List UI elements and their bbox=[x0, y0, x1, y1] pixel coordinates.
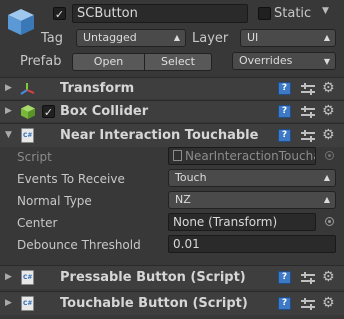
chevron-updown-icon: ▲ bbox=[173, 33, 180, 42]
static-label: Static bbox=[274, 6, 312, 21]
help-book-icon[interactable]: ? bbox=[278, 82, 291, 95]
transform-component-header[interactable]: ▶ Transform ? ⚙ bbox=[0, 77, 344, 99]
csharp-script-icon bbox=[21, 128, 34, 143]
gear-icon[interactable]: ⚙ bbox=[322, 270, 338, 284]
static-dropdown-arrow-icon[interactable]: ▼ bbox=[322, 6, 329, 16]
presets-icon[interactable] bbox=[301, 129, 315, 143]
presets-icon[interactable] bbox=[301, 271, 315, 285]
prefab-label: Prefab bbox=[20, 54, 62, 69]
overrides-value: Overrides bbox=[239, 54, 293, 67]
object-name-input[interactable]: SCButton bbox=[72, 4, 248, 23]
box-collider-icon bbox=[20, 104, 36, 123]
csharp-script-icon bbox=[21, 270, 34, 285]
tag-value: Untagged bbox=[83, 31, 137, 44]
layer-dropdown[interactable]: UI ▲ bbox=[240, 29, 336, 47]
events-value: Touch bbox=[175, 171, 207, 184]
events-to-receive-dropdown[interactable]: Touch ▲ bbox=[168, 169, 336, 187]
gear-icon[interactable]: ⚙ bbox=[322, 81, 338, 95]
center-object-field[interactable]: None (Transform) bbox=[168, 213, 316, 231]
object-picker-icon bbox=[325, 151, 334, 160]
foldout-collapsed-icon[interactable]: ▶ bbox=[5, 272, 12, 282]
pressable-button-title: Pressable Button (Script) bbox=[60, 270, 246, 285]
script-label: Script bbox=[17, 150, 52, 164]
tag-dropdown[interactable]: Untagged ▲ bbox=[76, 29, 186, 47]
help-book-icon[interactable]: ? bbox=[278, 271, 291, 284]
script-file-icon bbox=[173, 150, 182, 161]
presets-icon[interactable] bbox=[301, 297, 315, 311]
chevron-down-icon: ▼ bbox=[323, 57, 330, 66]
presets-icon[interactable] bbox=[301, 82, 315, 96]
foldout-collapsed-icon[interactable]: ▶ bbox=[5, 298, 12, 308]
pressable-button-component-header[interactable]: ▶ Pressable Button (Script) ? ⚙ bbox=[0, 265, 344, 289]
layer-value: UI bbox=[247, 31, 259, 44]
normal-type-dropdown[interactable]: NZ ▲ bbox=[168, 191, 336, 209]
debounce-threshold-input[interactable]: 0.01 bbox=[168, 235, 336, 253]
layer-label: Layer bbox=[192, 31, 229, 46]
active-checkbox[interactable]: ✓ bbox=[53, 7, 66, 21]
help-book-icon[interactable]: ? bbox=[278, 105, 291, 118]
transform-title: Transform bbox=[60, 81, 135, 96]
near-interaction-touchable-title: Near Interaction Touchable bbox=[60, 128, 259, 143]
script-value: NearInteractionTouchable bbox=[185, 149, 315, 163]
box-collider-title: Box Collider bbox=[60, 104, 149, 119]
gear-icon[interactable]: ⚙ bbox=[322, 128, 338, 142]
debounce-threshold-label: Debounce Threshold bbox=[17, 238, 141, 252]
prefab-select-button[interactable]: Select bbox=[144, 53, 212, 71]
gear-icon[interactable]: ⚙ bbox=[322, 296, 338, 310]
chevron-updown-icon: ▲ bbox=[323, 33, 330, 42]
foldout-collapsed-icon[interactable]: ▶ bbox=[5, 83, 12, 93]
box-collider-component-header[interactable]: ▶ ✓ Box Collider ? ⚙ bbox=[0, 100, 344, 122]
prefab-open-button[interactable]: Open bbox=[72, 53, 145, 71]
foldout-collapsed-icon[interactable]: ▶ bbox=[5, 106, 12, 116]
help-book-icon[interactable]: ? bbox=[278, 129, 291, 142]
chevron-updown-icon: ▲ bbox=[323, 195, 330, 204]
object-picker-icon[interactable] bbox=[325, 217, 334, 226]
foldout-expanded-icon[interactable]: ▼ bbox=[5, 130, 12, 140]
events-to-receive-label: Events To Receive bbox=[17, 172, 125, 186]
script-field: NearInteractionTouchable bbox=[168, 147, 316, 165]
tag-label: Tag bbox=[41, 31, 64, 46]
center-label: Center bbox=[17, 216, 58, 230]
gameobject-cube-icon bbox=[5, 6, 37, 38]
touchable-button-title: Touchable Button (Script) bbox=[60, 296, 248, 311]
prefab-overrides-dropdown[interactable]: Overrides ▼ bbox=[232, 52, 336, 70]
box-collider-enabled-checkbox[interactable]: ✓ bbox=[42, 105, 55, 119]
transform-axis-icon bbox=[20, 81, 36, 100]
normal-type-label: Normal Type bbox=[17, 194, 92, 208]
help-book-icon[interactable]: ? bbox=[278, 297, 291, 310]
csharp-script-icon bbox=[21, 296, 34, 311]
gear-icon[interactable]: ⚙ bbox=[322, 104, 338, 118]
touchable-button-component-header[interactable]: ▶ Touchable Button (Script) ? ⚙ bbox=[0, 291, 344, 315]
presets-icon[interactable] bbox=[301, 105, 315, 119]
static-checkbox[interactable] bbox=[258, 7, 271, 20]
near-interaction-touchable-component-header[interactable]: ▼ Near Interaction Touchable ? ⚙ bbox=[0, 123, 344, 147]
chevron-updown-icon: ▲ bbox=[323, 173, 330, 182]
normal-type-value: NZ bbox=[175, 193, 191, 206]
